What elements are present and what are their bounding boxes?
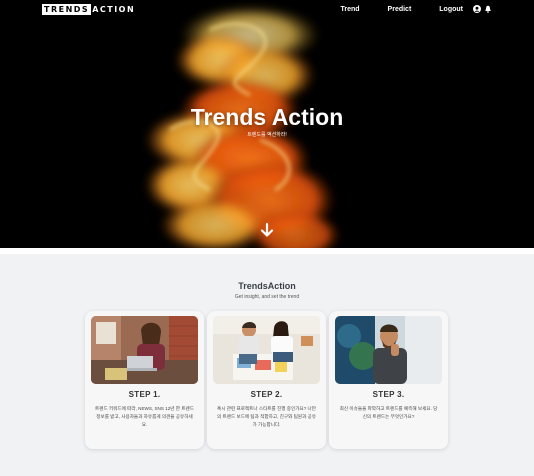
step-2-image (213, 316, 320, 384)
step-3-description: 최신 이슈들을 파악하고 트렌드를 예측해 보세요. 당신의 트렌드는 무엇인가… (339, 406, 438, 419)
step-2-description: 혹시 관련 프로젝트나 스타트를 진행 중인가요? 나만의 트렌드 보드에 팀과… (217, 406, 316, 427)
step-1-title: STEP 1. (128, 390, 161, 399)
hero-subtitle: 트렌드를 액션하라! (247, 132, 287, 138)
step-card-1[interactable]: STEP 1. 트렌드 키워드에 따라, NEWS, SNS 12년 한 트렌드… (85, 311, 204, 449)
section-subtitle: Get insight, and set the trend (234, 294, 300, 300)
user-icon[interactable] (473, 5, 481, 13)
step-3-image (335, 316, 442, 384)
hero-title: Trends Action (190, 104, 344, 130)
hero-banner: TRENDS ACTION Trend Predict Logout Trend… (0, 0, 534, 248)
step-2-title: STEP 2. (250, 390, 283, 399)
nav-link-logout[interactable]: Logout (439, 6, 463, 13)
step-3-title: STEP 3. (372, 390, 405, 399)
steps-section: TrendsAction Get insight, and set the tr… (0, 254, 534, 476)
step-card-3[interactable]: STEP 3. 최신 이슈들을 파악하고 트렌드를 예측해 보세요. 당신의 트… (329, 311, 448, 449)
nav-links: Trend Predict Logout (312, 5, 492, 13)
bell-icon[interactable] (484, 5, 492, 13)
logo-text: ACTION (92, 4, 136, 14)
nav-link-trend[interactable]: Trend (340, 6, 359, 13)
brand-logo[interactable]: TRENDS ACTION (42, 3, 136, 15)
section-title: TrendsAction (238, 281, 296, 291)
step-card-2[interactable]: STEP 2. 혹시 관련 프로젝트나 스타트를 진행 중인가요? 나만의 트렌… (207, 311, 326, 449)
logo-box-text: TRENDS (42, 3, 92, 15)
nav-link-predict[interactable]: Predict (388, 6, 412, 13)
step-1-description: 트렌드 키워드에 따라, NEWS, SNS 12년 한 트렌드 정보를 받고,… (95, 406, 194, 427)
top-navbar: TRENDS ACTION Trend Predict Logout (0, 0, 534, 18)
step-1-image (91, 316, 198, 384)
arrow-down-icon[interactable] (259, 222, 275, 238)
nav-icons (473, 5, 492, 13)
